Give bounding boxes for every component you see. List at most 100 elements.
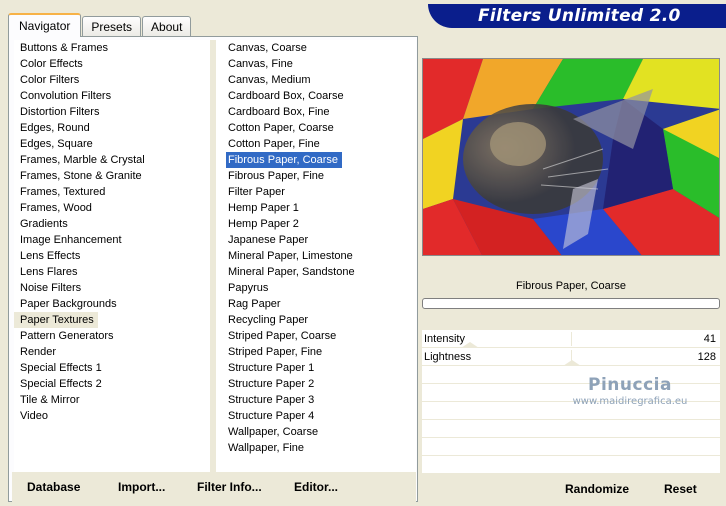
category-row: Color Effects <box>14 56 210 72</box>
progress-bar <box>422 298 720 309</box>
import-button[interactable]: Import... <box>118 480 165 494</box>
filter-item[interactable]: Cotton Paper, Coarse <box>216 120 416 136</box>
filter-row: Canvas, Fine <box>216 56 416 72</box>
filter-item[interactable]: Papyrus <box>216 280 416 296</box>
filter-item[interactable]: Wallpaper, Coarse <box>216 424 416 440</box>
filter-row: Papyrus <box>216 280 416 296</box>
param-empty-row <box>422 402 720 420</box>
filter-item[interactable]: Mineral Paper, Limestone <box>216 248 416 264</box>
category-item[interactable]: Render <box>14 344 210 360</box>
category-item[interactable]: Video <box>14 408 210 424</box>
category-item[interactable]: Convolution Filters <box>14 88 210 104</box>
category-item[interactable]: Lens Flares <box>14 264 210 280</box>
filter-row: Cotton Paper, Fine <box>216 136 416 152</box>
category-item[interactable]: Color Filters <box>14 72 210 88</box>
category-item[interactable]: Frames, Textured <box>14 184 210 200</box>
filter-item[interactable]: Fibrous Paper, Coarse <box>226 152 343 168</box>
param-value: 41 <box>703 332 716 345</box>
filter-item[interactable]: Wallpaper, Fine <box>216 440 416 456</box>
tab-bar: Navigator Presets About <box>8 12 192 37</box>
category-item[interactable]: Special Effects 1 <box>14 360 210 376</box>
param-empty-row <box>422 456 720 474</box>
filter-item[interactable]: Structure Paper 3 <box>216 392 416 408</box>
category-item[interactable]: Image Enhancement <box>14 232 210 248</box>
tab-about[interactable]: About <box>142 16 192 36</box>
filter-item[interactable]: Hemp Paper 2 <box>216 216 416 232</box>
category-row: Tile & Mirror <box>14 392 210 408</box>
filter-row: Canvas, Medium <box>216 72 416 88</box>
category-row: Lens Flares <box>14 264 210 280</box>
current-filter-name: Fibrous Paper, Coarse <box>515 280 627 292</box>
category-item[interactable]: Paper Backgrounds <box>14 296 210 312</box>
param-label: Intensity <box>424 332 465 345</box>
category-item[interactable]: Distortion Filters <box>14 104 210 120</box>
filter-item[interactable]: Rag Paper <box>216 296 416 312</box>
category-row: Edges, Round <box>14 120 210 136</box>
database-button[interactable]: Database <box>27 480 80 494</box>
category-item[interactable]: Noise Filters <box>14 280 210 296</box>
filter-item[interactable]: Japanese Paper <box>216 232 416 248</box>
filter-row: Structure Paper 3 <box>216 392 416 408</box>
reset-button[interactable]: Reset <box>664 482 697 496</box>
filter-item[interactable]: Recycling Paper <box>216 312 416 328</box>
bottom-toolbar: Database Import... Filter Info... Editor… <box>12 472 416 502</box>
filter-item[interactable]: Cardboard Box, Fine <box>216 104 416 120</box>
filter-item[interactable]: Canvas, Coarse <box>216 40 416 56</box>
category-row: Image Enhancement <box>14 232 210 248</box>
filter-item[interactable]: Hemp Paper 1 <box>216 200 416 216</box>
category-item[interactable]: Tile & Mirror <box>14 392 210 408</box>
category-item[interactable]: Edges, Square <box>14 136 210 152</box>
category-item[interactable]: Frames, Wood <box>14 200 210 216</box>
filter-item[interactable]: Cardboard Box, Coarse <box>216 88 416 104</box>
randomize-button[interactable]: Randomize <box>565 482 629 496</box>
category-row: Frames, Wood <box>14 200 210 216</box>
filter-item[interactable]: Canvas, Fine <box>216 56 416 72</box>
filter-row: Structure Paper 2 <box>216 376 416 392</box>
filter-row: Rag Paper <box>216 296 416 312</box>
category-list[interactable]: Buttons & Frames Color Effects Color Filte… <box>14 40 210 472</box>
editor-button[interactable]: Editor... <box>294 480 338 494</box>
filter-list[interactable]: Canvas, Coarse Canvas, Fine Canvas, Medium… <box>216 40 416 472</box>
category-item[interactable]: Lens Effects <box>14 248 210 264</box>
filter-item[interactable]: Structure Paper 2 <box>216 376 416 392</box>
slider-thumb[interactable] <box>563 360 581 366</box>
category-item[interactable]: Frames, Stone & Granite <box>14 168 210 184</box>
filter-row: Recycling Paper <box>216 312 416 328</box>
parameter-panel: Intensity 41 Lightness 128 <box>422 330 720 474</box>
filter-item[interactable]: Cotton Paper, Fine <box>216 136 416 152</box>
filter-row: Cotton Paper, Coarse <box>216 120 416 136</box>
filter-item[interactable]: Canvas, Medium <box>216 72 416 88</box>
category-row: Gradients <box>14 216 210 232</box>
param-empty-row <box>422 366 720 384</box>
category-item[interactable]: Buttons & Frames <box>14 40 210 56</box>
category-row: Lens Effects <box>14 248 210 264</box>
category-item[interactable]: Paper Textures <box>14 312 98 328</box>
category-item[interactable]: Pattern Generators <box>14 328 210 344</box>
filter-item[interactable]: Striped Paper, Coarse <box>216 328 416 344</box>
param-empty-row <box>422 384 720 402</box>
category-item[interactable]: Gradients <box>14 216 210 232</box>
category-item[interactable]: Frames, Marble & Crystal <box>14 152 210 168</box>
category-row: Noise Filters <box>14 280 210 296</box>
filter-row: Striped Paper, Coarse <box>216 328 416 344</box>
param-slider-lightness[interactable]: Lightness 128 <box>422 348 720 366</box>
filter-item[interactable]: Filter Paper <box>216 184 416 200</box>
category-item[interactable]: Special Effects 2 <box>14 376 210 392</box>
filter-info-button[interactable]: Filter Info... <box>197 480 262 494</box>
slider-center-tick <box>571 332 572 346</box>
category-item[interactable]: Edges, Round <box>14 120 210 136</box>
category-row: Special Effects 1 <box>14 360 210 376</box>
category-row: Frames, Textured <box>14 184 210 200</box>
param-slider-intensity[interactable]: Intensity 41 <box>422 330 720 348</box>
preview-artwork <box>423 59 719 255</box>
tab-presets[interactable]: Presets <box>82 16 142 36</box>
tab-navigator[interactable]: Navigator <box>8 13 82 37</box>
category-row: Paper Textures <box>14 312 210 328</box>
filter-item[interactable]: Striped Paper, Fine <box>216 344 416 360</box>
category-row: Edges, Square <box>14 136 210 152</box>
filter-item[interactable]: Fibrous Paper, Fine <box>216 168 416 184</box>
category-item[interactable]: Color Effects <box>14 56 210 72</box>
filter-item[interactable]: Mineral Paper, Sandstone <box>216 264 416 280</box>
filter-item[interactable]: Structure Paper 1 <box>216 360 416 376</box>
filter-item[interactable]: Structure Paper 4 <box>216 408 416 424</box>
